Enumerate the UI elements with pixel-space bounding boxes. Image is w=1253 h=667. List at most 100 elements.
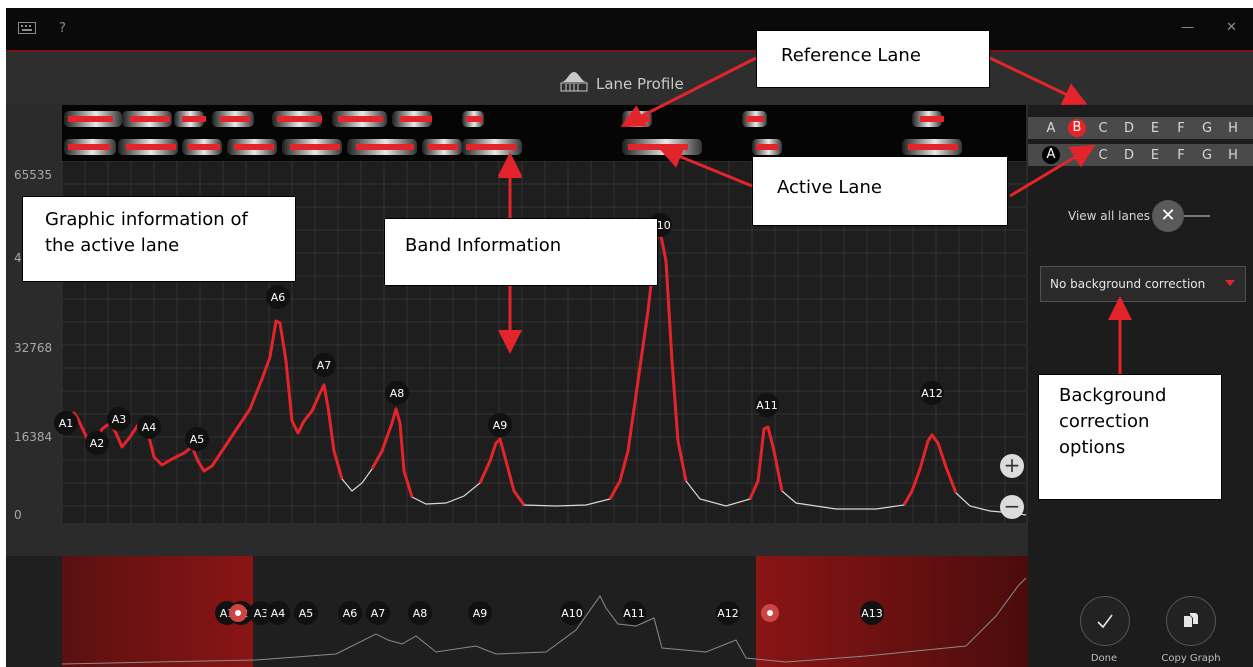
svg-text:A13: A13 [861,607,883,620]
overview-peak-label[interactable]: A4 [266,601,290,625]
copy-graph-label: Copy Graph [1161,653,1221,664]
overview-peak-label[interactable]: A12 [716,601,740,625]
active-lane-b[interactable]: B [1068,147,1086,165]
done-label: Done [1090,653,1118,664]
svg-text:A12: A12 [921,387,943,400]
band-marker [746,116,764,122]
band-marker [220,116,250,122]
help-button[interactable]: ? [59,21,66,36]
band-marker [68,144,110,150]
copy-graph-button[interactable] [1166,596,1216,646]
overview-strip[interactable]: A1A2A3A4A5A6A7A8A9A10A11A12A13 [6,556,1028,667]
y-tick-label: 32768 [14,341,52,355]
overview-peak-label[interactable]: A13 [860,601,884,625]
lane-profile-app: ? — ✕ Lane Profile 655354915232768163840… [6,8,1253,667]
band-info-callout-text: Band Information [405,235,562,256]
svg-text:A9: A9 [473,607,488,620]
active-lane-d[interactable]: D [1120,147,1138,165]
active-lane-c[interactable]: C [1094,147,1112,165]
active-lane-e[interactable]: E [1146,147,1164,165]
active-lane-g[interactable]: G [1198,147,1216,165]
reference-lane-h[interactable]: H [1224,120,1242,138]
band-marker [126,144,176,150]
svg-text:A4: A4 [142,421,157,434]
reference-lane-e[interactable]: E [1146,120,1164,138]
band-marker [356,144,414,150]
peak-label[interactable]: A1 [54,411,78,435]
peak-label[interactable]: A9 [488,413,512,437]
svg-text:A1: A1 [59,417,74,430]
band-marker [182,116,206,122]
reference-lane-c[interactable]: C [1094,120,1112,138]
svg-text:A6: A6 [271,291,286,304]
y-tick-label: 16384 [14,430,52,444]
background-correction-callout: Background correction options [1038,374,1222,500]
done-button[interactable] [1080,596,1130,646]
peak-label[interactable]: A12 [920,381,944,405]
peak-label[interactable]: A7 [312,353,336,377]
svg-text:A10: A10 [561,607,583,620]
peak-label[interactable]: A11 [755,393,779,417]
reference-lane-d[interactable]: D [1120,120,1138,138]
svg-text:A8: A8 [413,607,428,620]
overview-peak-label[interactable]: A7 [366,601,390,625]
peak-label[interactable]: A3 [107,407,131,431]
active-lane-f[interactable]: F [1172,147,1190,165]
y-tick-label: 65535 [14,168,52,182]
band-marker [188,144,220,150]
range-handle[interactable] [229,604,247,622]
excluded-region-right[interactable] [756,556,1028,667]
band-marker [338,116,383,122]
overview-peak-label[interactable]: A11 [622,601,646,625]
title-bar: ? — ✕ [6,8,1253,52]
svg-text:A7: A7 [317,359,332,372]
peak-label[interactable]: A2 [85,431,109,455]
overview-peak-label[interactable]: A6 [338,601,362,625]
svg-text:A8: A8 [390,387,405,400]
band-marker [466,116,482,122]
view-all-lanes-toggle[interactable]: ✕ [1152,200,1184,232]
band-marker [68,116,113,122]
band-marker [290,144,340,150]
band-marker [628,144,688,150]
overview-peak-label[interactable]: A8 [408,601,432,625]
svg-text:A5: A5 [299,607,314,620]
svg-text:A9: A9 [493,419,508,432]
toggle-track [1184,215,1210,217]
active-lane-a[interactable]: A [1042,146,1060,164]
graphic-info-callout-text: Graphic information of the active lane [45,209,248,257]
zoom-in-button[interactable]: + [1000,454,1024,478]
band-info-callout: Band Information [384,218,658,286]
band-marker [234,144,274,150]
page-header: Lane Profile [6,52,1253,104]
reference-lane-a[interactable]: A [1042,120,1060,138]
overview-peak-label[interactable]: A9 [468,601,492,625]
reference-lane-image [62,105,1026,133]
range-handle[interactable] [761,604,779,622]
axis-strip [6,523,1028,531]
peak-label[interactable]: A6 [266,285,290,309]
overview-peak-label[interactable]: A5 [294,601,318,625]
background-correction-dropdown[interactable]: No background correction [1040,266,1246,302]
reference-lane-f[interactable]: F [1172,120,1190,138]
lane-images [62,105,1026,161]
band-marker [130,116,170,122]
reference-lane-callout: Reference Lane [756,30,990,88]
zoom-out-button[interactable]: − [1000,495,1024,519]
keyboard-icon[interactable] [18,22,36,34]
minimize-button[interactable]: — [1181,20,1194,35]
reference-lane-g[interactable]: G [1198,120,1216,138]
peak-label[interactable]: A5 [185,427,209,451]
peak-label[interactable]: A4 [137,415,161,439]
band-marker [628,116,650,122]
band-marker [400,116,432,122]
reference-lane-b[interactable]: B [1068,119,1086,137]
svg-text:A3: A3 [112,413,127,426]
close-button[interactable]: ✕ [1226,20,1237,35]
peak-label[interactable]: A8 [385,381,409,405]
overview-peak-label[interactable]: A10 [560,601,584,625]
active-lane-selector: ABCDEFGH [1028,144,1253,166]
copy-icon [1184,613,1198,627]
active-lane-h[interactable]: H [1224,147,1242,165]
svg-text:A4: A4 [271,607,286,620]
